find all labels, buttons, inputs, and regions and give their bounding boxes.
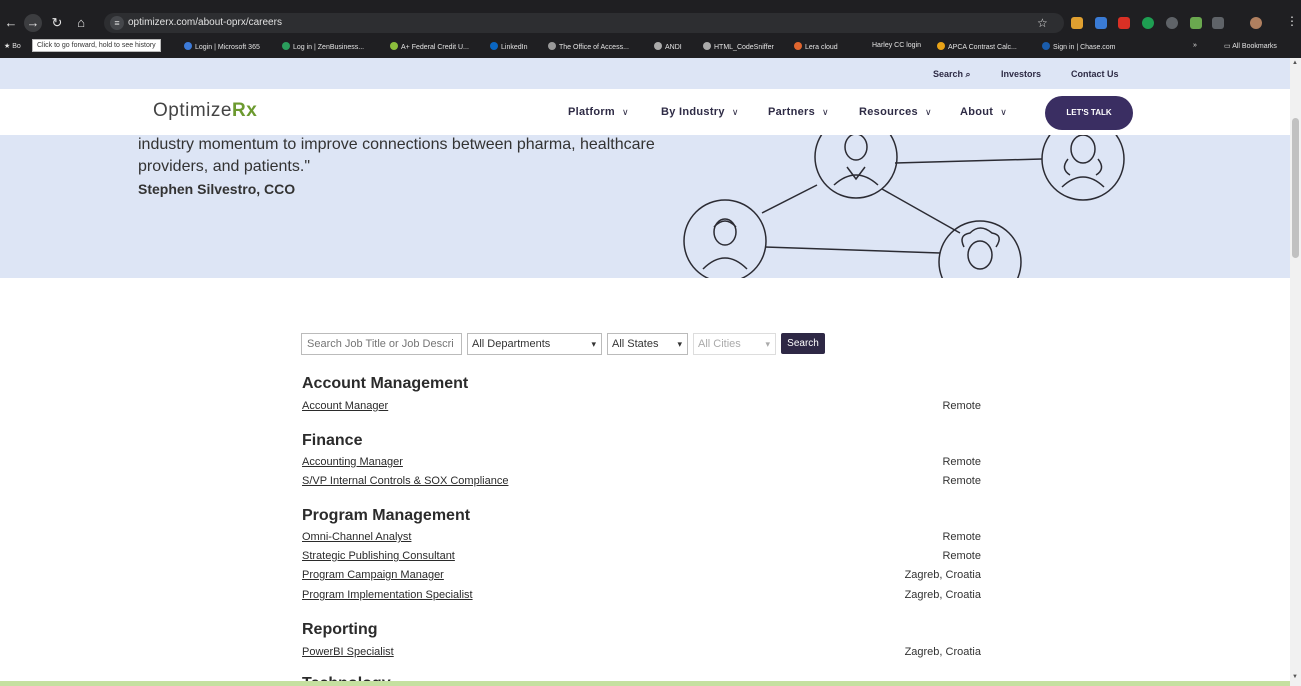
bookmark-item[interactable]: ANDI — [654, 42, 682, 51]
job-location: Remote — [942, 400, 981, 412]
job-location: Zagreb, Croatia — [904, 646, 981, 658]
back-icon[interactable]: ← — [2, 14, 20, 32]
grammarly-icon[interactable] — [1142, 17, 1154, 29]
job-link[interactable]: Strategic Publishing Consultant — [302, 550, 455, 562]
scrollbar-thumb[interactable] — [1292, 118, 1299, 258]
bookmarks-overflow-icon[interactable]: » — [1193, 42, 1197, 49]
job-link[interactable]: S/VP Internal Controls & SOX Compliance — [302, 475, 508, 487]
job-location: Zagreb, Croatia — [904, 589, 981, 601]
job-link[interactable]: Program Implementation Specialist — [302, 589, 473, 601]
search-button[interactable]: Search — [781, 333, 825, 354]
page-scrollbar[interactable]: ▲ ▼ — [1290, 58, 1301, 686]
people-network-illustration — [683, 135, 1125, 278]
hero-quote: industry momentum to improve connections… — [138, 136, 655, 175]
chevron-down-icon: ▾ — [677, 339, 682, 349]
all-bookmarks[interactable]: ▭ All Bookmarks — [1224, 42, 1277, 50]
department-heading: Finance — [302, 432, 363, 449]
city-select: All Cities ▾ — [693, 333, 776, 355]
job-location: Remote — [942, 550, 981, 562]
state-select[interactable]: All States ▾ — [607, 333, 688, 355]
extension-icon-5[interactable] — [1166, 17, 1178, 29]
nav-by-industry[interactable]: By Industry ∨ — [661, 106, 739, 118]
chevron-down-icon: ∨ — [731, 107, 739, 117]
extension-icon-2[interactable] — [1095, 17, 1107, 29]
lets-talk-button[interactable]: LET'S TALK — [1045, 96, 1133, 130]
bookmark-item[interactable]: ★ Bo — [4, 42, 21, 50]
nav-about[interactable]: About ∨ — [960, 106, 1007, 118]
bookmark-item[interactable]: HTML_CodeSniffer — [703, 42, 774, 51]
job-search-input[interactable] — [301, 333, 462, 355]
nav-partners[interactable]: Partners ∨ — [768, 106, 829, 118]
utility-search-link[interactable]: Search ⌕ — [933, 69, 971, 80]
chevron-down-icon: ∨ — [822, 107, 829, 117]
scroll-down-icon[interactable]: ▼ — [1292, 674, 1298, 680]
job-location: Remote — [942, 475, 981, 487]
investors-link[interactable]: Investors — [1001, 69, 1041, 79]
puzzle-icon[interactable] — [1212, 17, 1224, 29]
bookmark-item[interactable]: Log in | ZenBusiness... — [282, 42, 364, 51]
job-link[interactable]: Program Campaign Manager — [302, 569, 444, 581]
bookmark-item[interactable]: LinkedIn — [490, 42, 527, 51]
department-heading: Program Management — [302, 507, 471, 524]
chevron-down-icon: ▾ — [765, 339, 770, 349]
job-location: Remote — [942, 456, 981, 468]
department-heading: Reporting — [302, 621, 378, 638]
url-text: optimizerx.com/about-oprx/careers — [128, 17, 282, 28]
job-link[interactable]: Accounting Manager — [302, 456, 403, 468]
job-location: Remote — [942, 531, 981, 543]
main-nav: OptimizeRx Platform ∨ By Industry ∨ Partne… — [0, 89, 1290, 135]
bookmark-star-icon[interactable]: ☆ — [1037, 16, 1048, 30]
contact-us-link[interactable]: Contact Us — [1071, 69, 1119, 79]
department-select[interactable]: All Departments ▾ — [467, 333, 602, 355]
menu-dots-icon[interactable]: ⋮ — [1286, 14, 1298, 28]
nav-resources[interactable]: Resources ∨ — [859, 106, 932, 118]
quote-author: Stephen Silvestro, CCO — [138, 181, 296, 197]
forward-tooltip: Click to go forward, hold to see history — [32, 39, 161, 52]
web-page: Search ⌕ Investors Contact Us OptimizeRx… — [0, 58, 1290, 686]
pdf-extension-icon[interactable] — [1118, 17, 1130, 29]
home-icon[interactable]: ⌂ — [72, 14, 90, 32]
bookmark-item[interactable]: Sign in | Chase.com — [1042, 42, 1116, 51]
scroll-up-icon[interactable]: ▲ — [1292, 60, 1298, 66]
site-logo[interactable]: OptimizeRx — [153, 100, 257, 122]
reload-icon[interactable]: ↻ — [48, 14, 66, 32]
avatar[interactable] — [1250, 17, 1262, 29]
job-link[interactable]: PowerBI Specialist — [302, 646, 394, 658]
bookmark-item[interactable]: Login | Microsoft 365 — [184, 42, 260, 51]
bookmark-item[interactable]: The Office of Access... — [548, 42, 629, 51]
chevron-down-icon: ∨ — [1000, 107, 1008, 117]
bookmark-item[interactable]: APCA Contrast Calc... — [937, 42, 1017, 51]
nav-platform[interactable]: Platform ∨ — [568, 106, 629, 118]
forward-icon[interactable]: → — [24, 14, 42, 32]
extension-icon-1[interactable] — [1071, 17, 1083, 29]
utility-bar: Search ⌕ Investors Contact Us — [0, 58, 1290, 89]
bookmarks-bar: ★ Bo Login | Microsoft 365 Log in | ZenB… — [0, 38, 1301, 58]
bookmark-item[interactable]: A+ Federal Credit U... — [390, 42, 469, 51]
address-bar[interactable]: ≡ optimizerx.com/about-oprx/careers — [104, 13, 1064, 33]
department-heading: Account Management — [302, 375, 469, 392]
job-location: Zagreb, Croatia — [904, 569, 981, 581]
extension-icon-6[interactable] — [1190, 17, 1202, 29]
job-link[interactable]: Omni-Channel Analyst — [302, 531, 411, 543]
job-link[interactable]: Account Manager — [302, 400, 388, 412]
chevron-down-icon: ∨ — [622, 107, 629, 117]
chevron-down-icon: ∨ — [924, 107, 932, 117]
hero-quote-section: industry momentum to improve connections… — [0, 135, 1290, 278]
search-icon: ⌕ — [965, 69, 971, 79]
bookmark-item[interactable]: Lera cloud — [794, 42, 838, 51]
site-info-icon[interactable]: ≡ — [110, 16, 124, 30]
bookmark-item[interactable]: Harley CC login — [872, 42, 921, 49]
page-bottom-strip — [0, 681, 1290, 686]
chevron-down-icon: ▾ — [591, 339, 596, 349]
browser-toolbar: ← → ↻ ⌂ ≡ optimizerx.com/about-oprx/care… — [0, 0, 1301, 38]
